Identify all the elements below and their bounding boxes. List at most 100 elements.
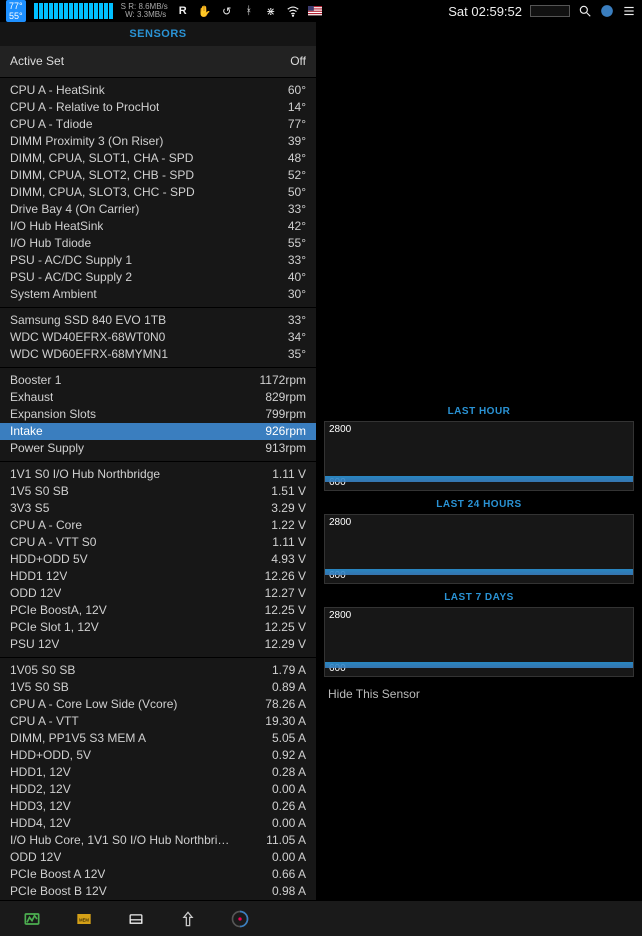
sensor-row[interactable]: Exhaust829rpm — [0, 389, 316, 406]
sensor-label: 1V5 S0 SB — [10, 484, 69, 499]
sensor-row[interactable]: HDD3, 12V0.26 A — [0, 798, 316, 815]
wifi-icon[interactable] — [286, 4, 300, 18]
tab-disk[interactable] — [124, 907, 148, 931]
sensor-label: Expansion Slots — [10, 407, 96, 422]
sensor-value: 829rpm — [265, 390, 306, 405]
sensor-row[interactable]: 1V5 S0 SB1.51 V — [0, 483, 316, 500]
graph-card[interactable]: 2800600 — [324, 421, 634, 491]
siri-icon[interactable] — [600, 4, 614, 18]
sensor-row[interactable]: DIMM, CPUA, SLOT2, CHB - SPD52° — [0, 167, 316, 184]
tab-cpu[interactable] — [20, 907, 44, 931]
flag-us-icon[interactable] — [308, 4, 322, 18]
sensor-row[interactable]: ODD 12V0.00 A — [0, 849, 316, 866]
sensor-row[interactable]: PCIe Slot 1, 12V12.25 V — [0, 619, 316, 636]
sensor-row[interactable]: HDD+ODD 5V4.93 V — [0, 551, 316, 568]
sensor-row[interactable]: Samsung SSD 840 EVO 1TB33° — [0, 312, 316, 329]
sensor-row[interactable]: HDD+ODD, 5V0.92 A — [0, 747, 316, 764]
sensor-row[interactable]: I/O Hub HeatSink42° — [0, 218, 316, 235]
active-set-row[interactable]: Active Set Off — [0, 46, 316, 77]
sensor-value: 0.00 A — [272, 782, 306, 797]
sensor-row[interactable]: DIMM Proximity 3 (On Riser)39° — [0, 133, 316, 150]
sensor-row[interactable]: I/O Hub Tdiode55° — [0, 235, 316, 252]
graph-max: 2800 — [329, 610, 351, 621]
sensor-row[interactable]: Power Supply913rpm — [0, 440, 316, 457]
sensor-row[interactable]: DIMM, CPUA, SLOT3, CHC - SPD50° — [0, 184, 316, 201]
cpu-bargraph[interactable] — [34, 3, 113, 19]
sensor-row[interactable]: WDC WD60EFRX-68MYMN135° — [0, 346, 316, 363]
graph-line — [325, 662, 633, 668]
sensor-row[interactable]: PCIe Boost A 12V0.66 A — [0, 866, 316, 883]
sensor-row[interactable]: DIMM, CPUA, SLOT1, CHA - SPD48° — [0, 150, 316, 167]
sensor-label: PSU 12V — [10, 637, 59, 652]
sensor-row[interactable]: 1V1 S0 I/O Hub Northbridge1.11 V — [0, 466, 316, 483]
menubar: 77° 55° S R: 8.6MB/s W: 3.3MB/s R ✋ ↺ ᚼ … — [0, 0, 642, 22]
sensor-row[interactable]: PSU - AC/DC Supply 133° — [0, 252, 316, 269]
sensor-row[interactable]: PCIe Boost B 12V0.98 A — [0, 883, 316, 900]
clock[interactable]: Sat 02:59:52 — [448, 4, 522, 19]
battery-icon[interactable] — [530, 5, 570, 17]
sensor-label: WDC WD60EFRX-68MYMN1 — [10, 347, 168, 362]
spotlight-icon[interactable] — [578, 4, 592, 18]
sensor-row[interactable]: PSU - AC/DC Supply 240° — [0, 269, 316, 286]
sensor-row[interactable]: HDD4, 12V0.00 A — [0, 815, 316, 832]
sensor-row[interactable]: PSU 12V 12.29 V — [0, 636, 316, 653]
sensor-label: I/O Hub Tdiode — [10, 236, 91, 251]
sensor-value: 926rpm — [265, 424, 306, 439]
sensor-value: 1.79 A — [272, 663, 306, 678]
sensor-label: 1V05 S0 SB — [10, 663, 75, 678]
hide-this-sensor[interactable]: Hide This Sensor — [324, 681, 634, 707]
sensor-row[interactable]: 1V5 S0 SB0.89 A — [0, 679, 316, 696]
r-icon[interactable]: R — [176, 4, 190, 18]
sensor-value: 11.05 A — [266, 833, 306, 848]
sensor-row[interactable]: 3V3 S53.29 V — [0, 500, 316, 517]
sensor-row[interactable]: System Ambient30° — [0, 286, 316, 303]
sensor-label: DIMM, PP1V5 S3 MEM A — [10, 731, 146, 746]
graph-card[interactable]: 2800600 — [324, 514, 634, 584]
sensor-row[interactable]: HDD1 12V12.26 V — [0, 568, 316, 585]
sensor-row[interactable]: Booster 1 1172rpm — [0, 372, 316, 389]
sensor-row[interactable]: Intake926rpm — [0, 423, 316, 440]
sensor-row[interactable]: CPU A - Core1.22 V — [0, 517, 316, 534]
bluetooth-icon[interactable]: ᚼ — [242, 4, 256, 18]
tab-memory[interactable]: MEM — [72, 907, 96, 931]
sensor-row[interactable]: DIMM, PP1V5 S3 MEM A5.05 A — [0, 730, 316, 747]
tab-sensors[interactable] — [228, 907, 252, 931]
group-amps: 1V05 S0 SB 1.79 A1V5 S0 SB0.89 ACPU A - C… — [0, 657, 316, 900]
sensor-row[interactable]: 1V05 S0 SB 1.79 A — [0, 662, 316, 679]
disk-rw-block[interactable]: S R: 8.6MB/s W: 3.3MB/s — [121, 3, 168, 19]
sensor-value: 50° — [288, 185, 306, 200]
sensor-row[interactable]: ODD 12V12.27 V — [0, 585, 316, 602]
sensor-value: 1.11 V — [272, 535, 306, 550]
sensor-row[interactable]: CPU A - Relative to ProcHot14° — [0, 99, 316, 116]
sensor-row[interactable]: I/O Hub Core, 1V1 S0 I/O Hub Northbridge… — [0, 832, 316, 849]
sensor-label: System Ambient — [10, 287, 97, 302]
sensor-row[interactable]: CPU A - VTT S01.11 V — [0, 534, 316, 551]
sensor-label: Booster 1 — [10, 373, 61, 388]
graph-card[interactable]: 2800600 — [324, 607, 634, 677]
sensor-row[interactable]: CPU A - HeatSink60° — [0, 82, 316, 99]
sensor-row[interactable]: CPU A - Core Low Side (Vcore)78.26 A — [0, 696, 316, 713]
time-machine-icon[interactable]: ↺ — [220, 4, 234, 18]
notification-center-icon[interactable] — [622, 4, 636, 18]
sensor-row[interactable]: HDD1, 12V0.28 A — [0, 764, 316, 781]
active-set-label: Active Set — [10, 54, 64, 69]
sensor-row[interactable]: Drive Bay 4 (On Carrier)33° — [0, 201, 316, 218]
sensor-row[interactable]: PCIe BoostA, 12V12.25 V — [0, 602, 316, 619]
sensor-row[interactable]: Expansion Slots799rpm — [0, 406, 316, 423]
tab-network[interactable] — [176, 907, 200, 931]
sensor-value: 12.29 V — [265, 637, 306, 652]
temp-badge[interactable]: 77° 55° — [6, 0, 26, 22]
sensor-row[interactable]: CPU A - Tdiode77° — [0, 116, 316, 133]
graph-title: LAST 24 HOURS — [324, 495, 634, 514]
temp-top: 77° — [9, 1, 23, 11]
sensor-row[interactable]: CPU A - VTT19.30 A — [0, 713, 316, 730]
sensor-value: 0.00 A — [272, 816, 306, 831]
rw-w-label: W: — [125, 10, 135, 19]
sensor-value: 1172rpm — [260, 373, 306, 388]
group-fans: Booster 1 1172rpmExhaust829rpmExpansion S… — [0, 367, 316, 461]
vpn-icon[interactable]: ⋇ — [264, 4, 278, 18]
sensor-row[interactable]: WDC WD40EFRX-68WT0N034° — [0, 329, 316, 346]
sensor-row[interactable]: HDD2, 12V0.00 A — [0, 781, 316, 798]
sensor-value: 1.22 V — [271, 518, 306, 533]
hand-icon[interactable]: ✋ — [198, 4, 212, 18]
